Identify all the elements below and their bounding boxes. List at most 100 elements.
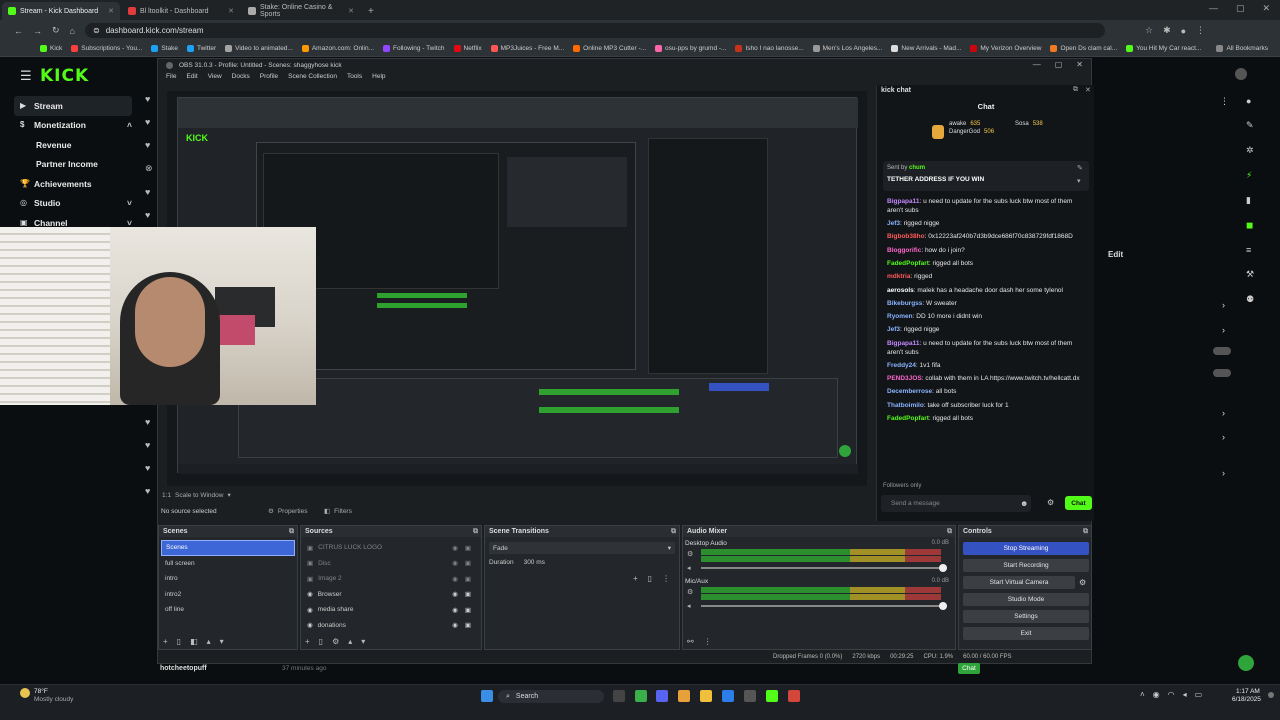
arrow-up-icon[interactable]: ▴ <box>207 637 211 646</box>
star-icon[interactable]: ☆ <box>1145 25 1153 36</box>
source-item[interactable]: ◉ donations ◉ ▣ <box>303 618 479 634</box>
browser-tab[interactable]: Stream - Kick Dashboard ✕ <box>2 2 120 20</box>
undock-icon[interactable]: ⧉ <box>473 528 478 536</box>
volume-slider[interactable] <box>701 564 947 572</box>
obs-menu-item[interactable]: Tools <box>347 73 362 80</box>
spotify-icon[interactable] <box>635 690 647 702</box>
obs-menu-item[interactable]: Help <box>372 73 385 80</box>
plus-icon[interactable]: + <box>163 637 168 646</box>
volume-slider[interactable] <box>701 602 947 610</box>
menu-icon[interactable]: ⋮ <box>1196 25 1205 36</box>
slider-knob[interactable] <box>939 564 947 572</box>
scene-item[interactable]: intro2 <box>161 587 295 603</box>
eye-icon[interactable]: ◉ <box>452 559 458 567</box>
chat-username[interactable]: Jef3 <box>887 326 900 333</box>
chevron-right-icon[interactable]: › <box>1222 432 1225 442</box>
plus-icon[interactable]: + <box>305 637 310 646</box>
tab-close-icon[interactable]: ✕ <box>348 7 354 15</box>
pinned-message[interactable]: Sent by chum TETHER ADDRESS IF YOU WIN ✎… <box>883 161 1089 191</box>
start-recording-button[interactable]: Start Recording <box>963 559 1089 572</box>
lightning-icon[interactable]: ⚡ <box>1246 170 1260 181</box>
chat-username[interactable]: FadedPopfart <box>887 260 929 267</box>
close-icon[interactable]: ⊗ <box>145 163 153 174</box>
bookmark-item[interactable]: New Arrivals - Mad... <box>891 45 961 52</box>
minimize-icon[interactable]: — <box>1033 60 1041 69</box>
more-icon[interactable]: ⋮ <box>704 637 712 646</box>
chat-username[interactable]: PEND3JOS <box>887 375 922 382</box>
bookmark-item[interactable]: Open Ds clam cal... <box>1050 45 1117 52</box>
chat-username[interactable]: FadedPopfart <box>887 415 929 422</box>
bottom-username[interactable]: hotcheetopuff <box>160 665 207 672</box>
close-icon[interactable]: ✕ <box>1262 3 1270 14</box>
chat-fab-icon[interactable] <box>1238 655 1254 671</box>
obs-menu-item[interactable]: Docks <box>232 73 250 80</box>
chevron-right-icon[interactable]: › <box>1222 300 1225 310</box>
start-virtual-camera-button[interactable]: Start Virtual Camera <box>963 576 1075 589</box>
file-explorer-icon[interactable] <box>700 690 712 702</box>
gear-icon[interactable]: ⚙ <box>1079 578 1086 587</box>
lock-icon[interactable]: ▣ <box>465 590 471 598</box>
plus-icon[interactable]: + <box>633 574 638 583</box>
extensions-icon[interactable]: ✱ <box>1163 25 1171 36</box>
bottom-chat-button[interactable]: Chat <box>958 663 980 674</box>
arrow-down-icon[interactable]: ▾ <box>220 637 224 646</box>
chat-username[interactable]: Jef3 <box>887 220 900 227</box>
tab-close-icon[interactable]: ✕ <box>108 7 114 15</box>
record-icon[interactable]: ● <box>1246 96 1260 106</box>
trash-icon[interactable]: ▯ <box>319 637 323 646</box>
minimize-icon[interactable]: — <box>1209 3 1218 14</box>
back-icon[interactable]: ← <box>14 26 23 36</box>
undock-icon[interactable]: ⧉ <box>1073 86 1078 94</box>
bookmark-item[interactable]: My Verizon Overview <box>970 45 1041 52</box>
trash-icon[interactable]: ▯ <box>177 637 181 646</box>
bookmark-item[interactable]: Isho I nao lanosse... <box>735 45 804 52</box>
bookmark-item[interactable]: Amazon.com: Onlin... <box>301 45 374 52</box>
trash-icon[interactable]: ▯ <box>648 574 652 583</box>
link-icon[interactable]: ⚯ <box>687 637 694 646</box>
lock-icon[interactable]: ▣ <box>465 621 471 629</box>
undock-icon[interactable]: ⧉ <box>289 528 294 536</box>
sidebar-item-studio[interactable]: ◎ Studio ˅ <box>14 194 132 214</box>
kick-logo[interactable]: KICK <box>40 66 89 86</box>
chevron-right-icon[interactable]: › <box>1222 468 1225 478</box>
weather-temp[interactable]: 78°F <box>34 688 48 695</box>
chat-username[interactable]: Ryomen <box>887 313 913 320</box>
close-icon[interactable]: ✕ <box>1085 86 1091 94</box>
source-item[interactable]: ◉ media share ◉ ▣ <box>303 602 479 618</box>
gear-icon[interactable]: ⚙ <box>687 550 693 558</box>
chat-username[interactable]: Thatboimilo <box>887 402 924 409</box>
store-icon[interactable] <box>722 690 734 702</box>
maximize-icon[interactable]: ▢ <box>1236 3 1245 14</box>
pin-icon[interactable]: ✎ <box>1077 164 1083 172</box>
site-info-icon[interactable]: ⊜ <box>93 26 100 35</box>
gear-icon[interactable]: ⚙ <box>332 637 339 646</box>
stop-streaming-button[interactable]: Stop Streaming <box>963 542 1089 555</box>
hamburger-menu-icon[interactable]: ☰ <box>20 68 32 84</box>
scale-selector[interactable]: 1:1 Scale to Window ▾ <box>162 491 231 500</box>
new-tab-button[interactable]: + <box>368 2 374 20</box>
chat-username[interactable]: Bloggorific <box>887 247 921 254</box>
duration-input[interactable]: 300 ms <box>524 559 545 566</box>
chevron-right-icon[interactable]: › <box>1222 325 1225 335</box>
sidebar-item-partner-income[interactable]: Partner Income <box>14 155 132 175</box>
source-item[interactable]: ◉ Browser ◉ ▣ <box>303 587 479 603</box>
eye-icon[interactable]: ◉ <box>452 621 458 629</box>
chat-username[interactable]: mdktria <box>887 273 910 280</box>
bookmark-item[interactable]: Following - Twitch <box>382 45 445 52</box>
settings-icon[interactable]: ✲ <box>1246 145 1260 156</box>
lock-icon[interactable]: ▣ <box>465 575 471 583</box>
tab-close-icon[interactable]: ✕ <box>228 7 234 15</box>
toggle-switch[interactable] <box>1213 347 1231 355</box>
properties-button[interactable]: ⚙ Properties <box>268 507 307 516</box>
volume-icon[interactable]: ◂ <box>687 564 691 572</box>
more-icon[interactable]: ⋮ <box>1220 96 1229 107</box>
bookmark-item[interactable]: All Bookmarks <box>1216 45 1268 52</box>
arrow-up-icon[interactable]: ▴ <box>348 637 352 646</box>
transition-select[interactable]: Fade ▾ <box>489 542 675 554</box>
wifi-icon[interactable]: ◠ <box>1168 690 1175 699</box>
obs-menu-item[interactable]: File <box>166 73 176 80</box>
bookmark-item[interactable]: Subscriptions - You... <box>71 45 142 52</box>
eye-icon[interactable]: ◉ <box>452 606 458 614</box>
users-icon[interactable]: ⚉ <box>1246 294 1260 305</box>
network-icon[interactable]: ◉ <box>1153 690 1160 699</box>
